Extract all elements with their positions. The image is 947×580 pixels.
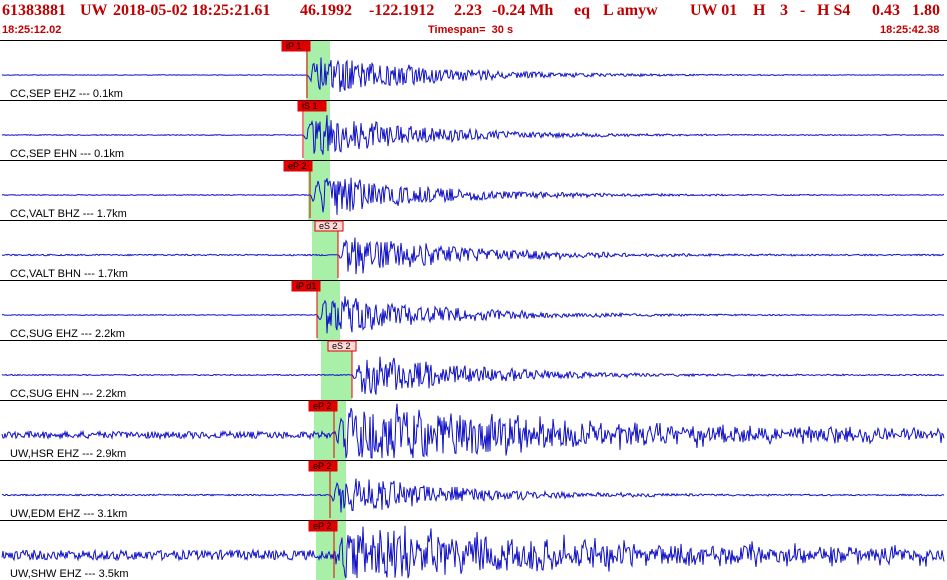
- net-auth: UW 01: [690, 2, 738, 19]
- waveform: [1, 177, 945, 215]
- trace-label: UW,HSR EHZ --- 2.9km: [10, 448, 126, 460]
- waveform: [1, 403, 945, 459]
- trace-row[interactable]: eP 2 UW,SHW EHZ --- 3.5km: [1, 520, 945, 580]
- depth: 2.23: [454, 2, 482, 19]
- event-flags: L amyw: [603, 2, 658, 19]
- pick-label: eP 2: [313, 521, 331, 531]
- start-time: 18:25:12.02: [2, 24, 62, 36]
- trace-row[interactable]: eP 2 CC,VALT BHZ --- 1.7km: [1, 160, 945, 220]
- pick-label: iS 1: [302, 101, 318, 111]
- pick-label: eP 2: [288, 161, 306, 171]
- trace-row[interactable]: iS 1 CC,SEP EHN --- 0.1km: [1, 100, 945, 160]
- origin-datetime: 2018-05-02 18:25:21.61: [113, 2, 271, 19]
- trace-row[interactable]: iP d1 CC,SUG EHZ --- 2.2km: [1, 280, 945, 340]
- waveform: [1, 478, 945, 513]
- pick-label: eS 2: [332, 341, 351, 351]
- rms-value: 0.43: [872, 2, 900, 19]
- trace-label: CC,SEP EHN --- 0.1km: [10, 148, 124, 160]
- waveform: [1, 296, 945, 334]
- trace-row[interactable]: eS 2 CC,SUG EHN --- 2.2km: [1, 340, 945, 400]
- event-header: 61383881 UW 2018-05-02 18:25:21.61 46.19…: [0, 0, 947, 40]
- waveform: [1, 237, 944, 275]
- trace-row[interactable]: iP 1 CC,SEP EHZ --- 0.1km: [1, 40, 944, 100]
- event-type: eq: [574, 2, 590, 19]
- waveform: [1, 525, 945, 579]
- network-code: UW: [80, 2, 108, 19]
- pick-label: eP 2: [313, 461, 331, 471]
- waveform: [1, 57, 944, 93]
- pick-label: eS 2: [319, 221, 338, 231]
- trace-label: CC,SEP EHZ --- 0.1km: [10, 88, 123, 100]
- pick-label: iP 1: [286, 41, 301, 51]
- magnitude: -0.24 Mh: [492, 2, 554, 19]
- trace-label: CC,VALT BHN --- 1.7km: [10, 268, 128, 280]
- pick-label: iP d1: [296, 281, 316, 291]
- waveform: [1, 356, 945, 395]
- phase-count: 3: [780, 2, 788, 19]
- longitude: -122.1912: [369, 2, 435, 19]
- dash: -: [800, 2, 806, 19]
- trace-row[interactable]: eS 2 CC,VALT BHN --- 1.7km: [1, 220, 944, 280]
- timespan: Timespan= 30 s: [428, 24, 514, 36]
- trace-label: CC,SUG EHN --- 2.2km: [10, 388, 126, 400]
- event-id: 61383881: [2, 2, 66, 19]
- trace-row[interactable]: eP 2 UW,EDM EHZ --- 3.1km: [1, 460, 945, 520]
- trace-label: UW,EDM EHZ --- 3.1km: [10, 508, 127, 520]
- h-flag: H: [753, 2, 766, 19]
- trace-label: CC,SUG EHZ --- 2.2km: [10, 328, 125, 340]
- hs-flag: H S4: [817, 2, 851, 19]
- latitude: 46.1992: [300, 2, 352, 19]
- trace-label: UW,SHW EHZ --- 3.5km: [10, 568, 129, 580]
- end-time: 18:25:42.38: [880, 24, 940, 36]
- pick-label: eP 2: [313, 401, 331, 411]
- seismogram-panel[interactable]: iP 1 CC,SEP EHZ --- 0.1km iS 1 CC,SEP EHN -…: [0, 40, 947, 580]
- error-value: 1.80: [912, 2, 940, 19]
- waveform: [1, 115, 945, 155]
- trace-label: CC,VALT BHZ --- 1.7km: [10, 208, 127, 220]
- trace-row[interactable]: eP 2 UW,HSR EHZ --- 2.9km: [1, 400, 945, 460]
